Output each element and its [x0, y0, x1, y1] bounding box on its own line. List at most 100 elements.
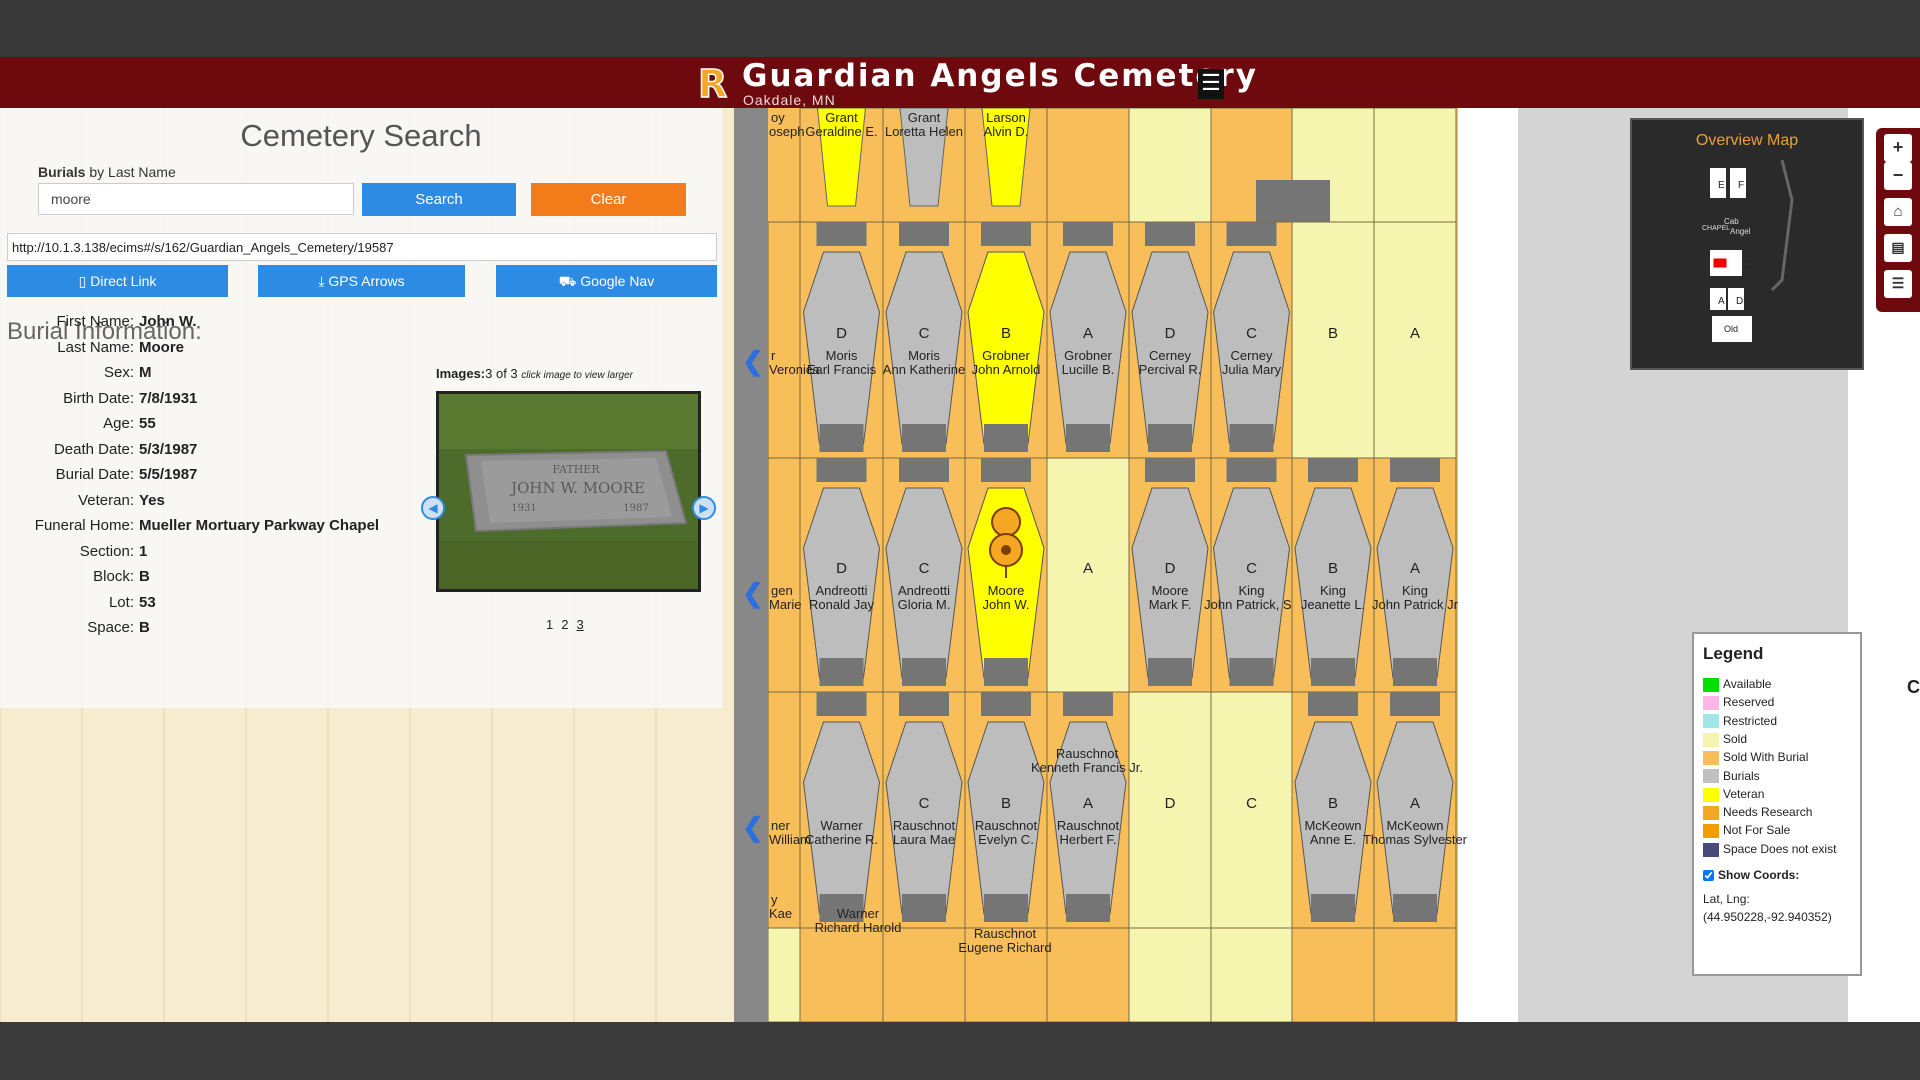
svg-text:1931: 1931 [511, 503, 536, 514]
burial-field-row: Space: B [0, 619, 420, 639]
burial-given-name: Herbert F. [1059, 832, 1116, 847]
burial-field-label: Birth Date: [63, 389, 134, 407]
headstone-photo[interactable]: FATHER JOHN W. MOORE 1931 1987 [436, 391, 701, 592]
burial-field-row: Death Date: 5/3/1987 [0, 441, 420, 461]
search-title: Cemetery Search [240, 118, 482, 153]
legend-swatch [1703, 732, 1719, 747]
panel-divider[interactable] [734, 108, 768, 1022]
plot-space-letter: B [1328, 325, 1338, 342]
legend-item: Burials [1703, 768, 1760, 784]
burial-family-name: Warner [837, 906, 880, 921]
svg-text:Old: Old [1724, 324, 1738, 334]
burial-family-name: r [771, 348, 776, 363]
burial-field-value: 7/8/1931 [139, 389, 198, 407]
show-coords-checkbox[interactable] [1703, 870, 1714, 882]
burial-field-value: B [139, 619, 150, 636]
burial-given-name: Evelyn C. [978, 832, 1034, 847]
collapse-panel-chevron-icon[interactable]: ❮ [742, 346, 764, 377]
legend-item: Sold With Burial [1703, 749, 1808, 766]
svg-text:D: D [1736, 296, 1743, 307]
map-icon[interactable]: ▤ [1884, 234, 1912, 262]
prev-image-icon[interactable]: ◀ [421, 496, 445, 520]
burial-family-name: King [1320, 583, 1346, 598]
browser-bottom-bar [0, 1022, 1920, 1080]
zoom-in-button[interactable]: + [1884, 134, 1912, 162]
burial-field-label: Block: [93, 568, 134, 585]
legend-swatch [1703, 769, 1719, 784]
burial-family-name: Moris [826, 348, 858, 363]
last-name-search-input[interactable] [38, 183, 354, 215]
google-nav-button[interactable]: ⛟ Google Nav [496, 265, 717, 297]
burial-given-name: John Patrick Jr [1372, 597, 1459, 612]
burial-family-name: Moore [988, 583, 1025, 598]
footstone-marker [984, 424, 1028, 452]
clear-button[interactable]: Clear [531, 183, 686, 216]
burial-given-name: Marie [769, 597, 802, 612]
burial-family-name: Grobner [1064, 348, 1112, 363]
search-panel: Cemetery Search Burials by Last Name Sea… [0, 108, 734, 1022]
headstone-marker [899, 222, 949, 246]
burial-given-name: Ann Katherine [883, 362, 965, 377]
svg-text:Angel: Angel [1730, 227, 1751, 236]
overview-map[interactable]: Overview Map E F C A D Old Cab Angel CHA… [1630, 118, 1864, 370]
next-image-icon[interactable]: ▶ [692, 496, 716, 520]
image-page-link[interactable]: 3 [576, 617, 583, 632]
burial-field-label: Sex: [103, 364, 134, 381]
headstone-marker [1145, 458, 1195, 482]
footstone-marker [902, 424, 946, 452]
headstone-marker [1063, 692, 1113, 716]
legend-label: Needs Research [1723, 805, 1813, 820]
burial-family-name: Rauschnot [975, 818, 1038, 833]
hamburger-menu-icon[interactable]: ☰ [1198, 69, 1224, 99]
burial-family-name: ner [771, 818, 790, 833]
burial-field-value: 5/3/1987 [139, 440, 198, 458]
plot-space-letter: A [1410, 560, 1420, 577]
direct-link-button[interactable]: ▯ Direct Link [7, 265, 228, 297]
collapse-panel-chevron-icon[interactable]: ❮ [742, 812, 764, 843]
legend-item: Restricted [1703, 713, 1777, 729]
burial-family-name: Larson [986, 110, 1026, 125]
plot-cell [1128, 927, 1212, 1022]
image-page-link[interactable]: 1 [546, 617, 553, 632]
burial-given-name: Richard Harold [815, 920, 902, 935]
headstone-marker [1145, 222, 1195, 246]
legend-label: Restricted [1723, 713, 1778, 728]
burial-field-label: Veteran: [78, 491, 134, 509]
show-coords-toggle[interactable]: Show Coords: [1703, 868, 1799, 882]
burial-family-name: Moore [1152, 583, 1189, 598]
overview-map-canvas[interactable]: E F C A D Old Cab Angel CHAPEL [1632, 160, 1862, 360]
burial-family-name: Rauschnot [893, 818, 956, 833]
image-page-link[interactable]: 2 [561, 617, 568, 632]
burial-field-row: Section: 1 [0, 543, 420, 563]
footstone-marker [984, 658, 1028, 686]
permalink-url-field[interactable] [7, 233, 717, 261]
svg-text:CHAPEL: CHAPEL [1702, 225, 1730, 232]
plot-space-letter: D [1165, 795, 1176, 812]
site-subtitle: Oakdale, MN [743, 92, 836, 108]
burial-field-row: Block: B [0, 568, 420, 588]
plot-cell [1210, 927, 1293, 1022]
svg-text:C: C [1744, 260, 1751, 271]
burial-family-name: Rauschnot [1057, 818, 1120, 833]
legend-label: Reserved [1723, 695, 1775, 710]
legend-swatch [1703, 842, 1719, 857]
home-icon[interactable]: ⌂ [1884, 198, 1912, 226]
plot-space-letter: A [1083, 560, 1093, 577]
gps-arrows-button[interactable]: ⤓ GPS Arrows [258, 265, 465, 297]
map-edge-letter: C [1907, 677, 1920, 697]
collapse-panel-chevron-icon[interactable]: ❮ [742, 578, 764, 609]
legend-swatch [1703, 787, 1719, 802]
plot-cell [799, 927, 884, 1022]
list-icon[interactable]: ☰ [1884, 270, 1912, 298]
search-panel-body: Cemetery Search Burials by Last Name Sea… [0, 108, 722, 708]
svg-text:FATHER: FATHER [552, 463, 600, 476]
legend-swatch [1703, 805, 1719, 820]
legend-title: Legend [1703, 644, 1764, 663]
plot-space-letter: A [1083, 325, 1093, 342]
plot-space-letter: A [1410, 325, 1420, 342]
plot-cell [767, 457, 801, 693]
overview-map-title: Overview Map [1695, 132, 1799, 149]
search-button[interactable]: Search [362, 183, 516, 216]
zoom-out-button[interactable]: − [1884, 162, 1912, 190]
legend-item: Needs Research [1703, 804, 1812, 820]
